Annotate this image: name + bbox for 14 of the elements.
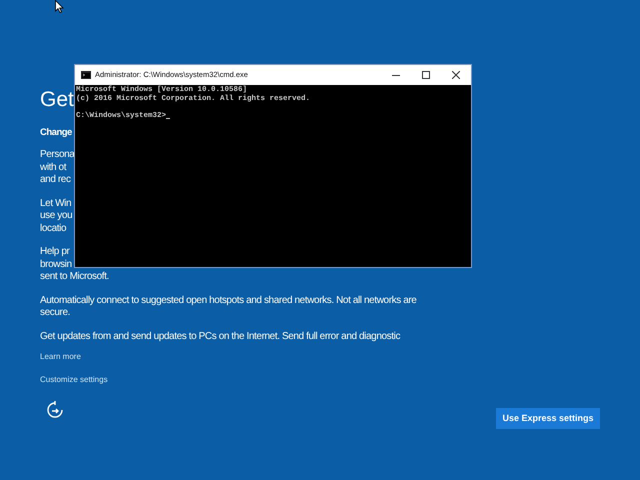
paragraph-text: Help pr browsin sent to Microsoft. [40, 246, 109, 284]
express-settings-button[interactable]: Use Express settings [496, 408, 600, 429]
maximize-icon[interactable] [422, 71, 430, 79]
close-icon[interactable] [452, 71, 460, 79]
text-link[interactable]: Customize settings [40, 374, 108, 385]
mouse-pointer-icon [55, 0, 64, 13]
section-heading: Change [40, 126, 72, 140]
paragraph-text: Persona with ot and rec [40, 149, 74, 186]
text-link[interactable]: Learn more [40, 351, 81, 362]
paragraph-text: Automatically connect to suggested open hotspots and shared networks. Not all networks are secure. [40, 294, 416, 320]
page-heading: Get [40, 87, 74, 113]
paragraph-text: Get updates from and send updates to PCs on the Internet. Send full error and diagnostic [40, 330, 400, 343]
console-app-icon [81, 71, 91, 79]
paragraph-text: Let Win use you locatio [40, 198, 72, 235]
